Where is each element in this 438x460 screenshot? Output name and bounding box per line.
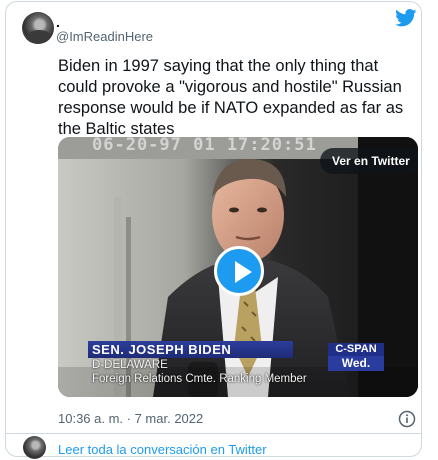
network-logo-text: C-SPAN bbox=[328, 343, 384, 356]
network-logo: C-SPAN Wed. bbox=[328, 343, 384, 371]
caption-role: Foreign Relations Cmte. Ranking Member bbox=[92, 373, 307, 385]
divider bbox=[6, 433, 421, 434]
embedded-tweet-card[interactable]: . @ImReadinHere Biden in 1997 saying tha… bbox=[5, 1, 422, 459]
video-timestamp-overlay: 06-20-97 01 17:20:51 bbox=[92, 137, 317, 155]
twitter-bird-icon[interactable] bbox=[395, 9, 417, 27]
caption-party: D-DELAWARE bbox=[92, 359, 168, 371]
caption-name: SEN. JOSEPH BIDEN bbox=[88, 341, 293, 358]
tweet-timestamp[interactable]: 10:36 a. m. · 7 mar. 2022 bbox=[58, 411, 203, 427]
author-name[interactable]: . bbox=[56, 15, 60, 29]
author-avatar[interactable] bbox=[22, 12, 54, 44]
video-player[interactable]: 06-20-97 01 17:20:51 Ver en Twitter SEN.… bbox=[58, 137, 418, 397]
read-conversation-link[interactable]: Leer toda la conversación en Twitter bbox=[58, 442, 267, 458]
play-icon[interactable] bbox=[214, 246, 264, 296]
network-day: Wed. bbox=[328, 356, 384, 371]
author-handle[interactable]: @ImReadinHere bbox=[56, 29, 153, 44]
conversation-avatar[interactable] bbox=[23, 436, 46, 459]
info-icon[interactable] bbox=[398, 410, 416, 428]
lower-third-caption: SEN. JOSEPH BIDEN D-DELAWARE Foreign Rel… bbox=[88, 341, 307, 391]
tweet-text: Biden in 1997 saying that the only thing… bbox=[58, 57, 404, 138]
watch-on-twitter-button[interactable]: Ver en Twitter bbox=[320, 148, 418, 174]
